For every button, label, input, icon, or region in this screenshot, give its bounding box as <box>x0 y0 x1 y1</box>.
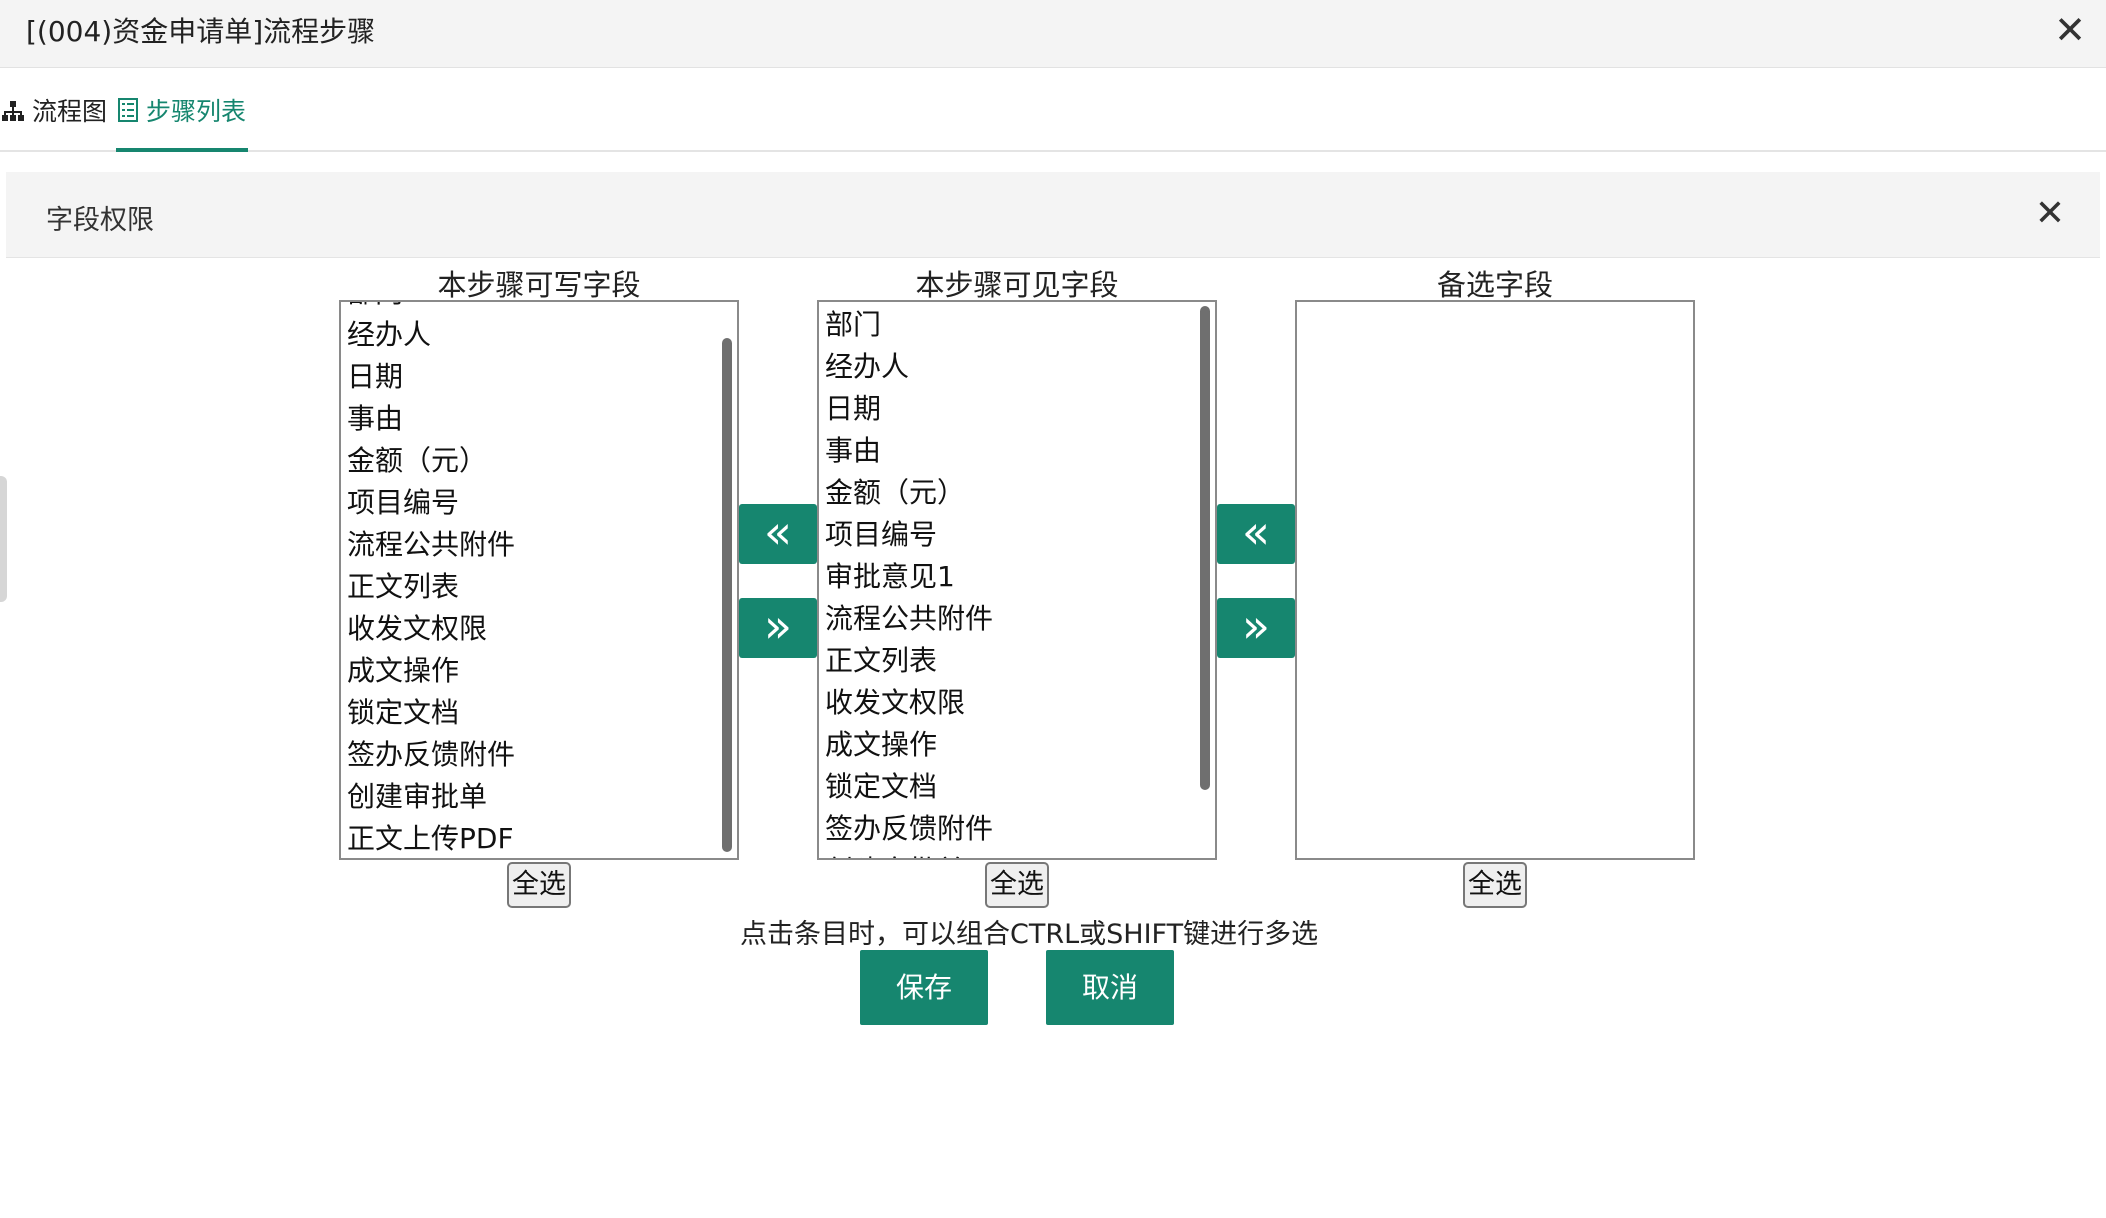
list-item[interactable]: 经办人 <box>823 346 1195 388</box>
list-item[interactable]: 日期 <box>823 388 1195 430</box>
dialog-title: 字段权限 <box>46 205 154 236</box>
list-item[interactable]: 部门 <box>823 304 1195 346</box>
double-chevron-left-icon: « <box>1241 505 1271 559</box>
move-right-button-2[interactable]: » <box>1217 598 1295 658</box>
cancel-button[interactable]: 取消 <box>1046 950 1174 1025</box>
list-item[interactable]: 正文列表 <box>345 566 717 608</box>
tab-flowchart-label: 流程图 <box>32 97 108 126</box>
list-item[interactable]: 锁定文档 <box>345 692 717 734</box>
writable-fields-items: 部门经办人日期事由金额（元）项目编号流程公共附件正文列表收发文权限成文操作锁定文… <box>345 302 717 858</box>
double-chevron-left-icon: « <box>763 505 793 559</box>
list-item[interactable]: 日期 <box>345 356 717 398</box>
tab-bar: 流程图 步骤列表 <box>0 68 2106 152</box>
list-item[interactable]: 创建审批单 <box>345 776 717 818</box>
list-item[interactable]: 事由 <box>345 398 717 440</box>
list-item[interactable]: 项目编号 <box>823 514 1195 556</box>
window-header: [(004)资金申请单]流程步骤 ✕ <box>0 0 2106 68</box>
dialog-close-icon[interactable]: ✕ <box>2028 192 2072 236</box>
multi-select-hint: 点击条目时，可以组合CTRL或SHIFT键进行多选 <box>740 919 1319 950</box>
writable-fields-title: 本步骤可写字段 <box>437 268 641 302</box>
window-close-icon[interactable]: ✕ <box>2048 8 2092 52</box>
tab-step-list-label: 步骤列表 <box>146 97 247 126</box>
list-item[interactable]: 经办人 <box>345 314 717 356</box>
save-button[interactable]: 保存 <box>860 950 988 1025</box>
writable-fields-scrollbar[interactable] <box>722 338 732 852</box>
move-left-button-1[interactable]: « <box>739 504 817 564</box>
candidate-fields-list[interactable] <box>1295 300 1695 860</box>
writable-select-all-button[interactable]: 全选 <box>507 862 571 908</box>
list-item[interactable]: 创建审批单 <box>823 850 1195 858</box>
list-item[interactable]: 项目编号 <box>345 482 717 524</box>
tab-step-list[interactable]: 步骤列表 <box>115 92 249 152</box>
visible-fields-scrollbar[interactable] <box>1200 306 1210 790</box>
list-item[interactable]: 部门 <box>345 302 717 314</box>
candidate-fields-title: 备选字段 <box>1436 268 1553 302</box>
list-item[interactable]: 正文上传PDF <box>345 818 717 858</box>
list-item[interactable]: 签办反馈附件 <box>345 734 717 776</box>
move-left-button-2[interactable]: « <box>1217 504 1295 564</box>
list-item[interactable]: 成文操作 <box>345 650 717 692</box>
double-chevron-right-icon: » <box>763 599 793 653</box>
list-item[interactable]: 成文操作 <box>823 724 1195 766</box>
writable-fields-list[interactable]: 部门经办人日期事由金额（元）项目编号流程公共附件正文列表收发文权限成文操作锁定文… <box>339 300 739 860</box>
list-item[interactable]: 收发文权限 <box>823 682 1195 724</box>
list-item[interactable]: 事由 <box>823 430 1195 472</box>
dialog-header: 字段权限 ✕ <box>6 172 2100 258</box>
visible-fields-title: 本步骤可见字段 <box>915 268 1119 302</box>
list-item[interactable]: 收发文权限 <box>345 608 717 650</box>
sitemap-icon <box>2 99 24 128</box>
list-item[interactable]: 流程公共附件 <box>823 598 1195 640</box>
list-icon <box>118 98 138 128</box>
window-title: [(004)资金申请单]流程步骤 <box>26 15 376 48</box>
visible-fields-list[interactable]: 部门 经办人 日期 事由 金额（元） 项目编号 审批意见1 流程公共附件 正文列表 收发文权限 成文… <box>817 300 1217 860</box>
tab-flowchart[interactable]: 流程图 <box>2 92 107 152</box>
visible-fields-items: 部门 经办人 日期 事由 金额（元） 项目编号 审批意见1 流程公共附件 正文列表 收发文权限 成文… <box>823 304 1195 858</box>
list-item[interactable]: 锁定文档 <box>823 766 1195 808</box>
double-chevron-right-icon: » <box>1241 599 1271 653</box>
list-item[interactable]: 金额（元） <box>823 472 1195 514</box>
candidate-select-all-button[interactable]: 全选 <box>1463 862 1527 908</box>
list-item[interactable]: 金额（元） <box>345 440 717 482</box>
side-drawer-handle[interactable] <box>0 476 7 602</box>
visible-select-all-button[interactable]: 全选 <box>985 862 1049 908</box>
list-item[interactable]: 流程公共附件 <box>345 524 717 566</box>
list-item[interactable]: 签办反馈附件 <box>823 808 1195 850</box>
list-item[interactable]: 审批意见1 <box>823 556 1195 598</box>
list-item[interactable]: 正文列表 <box>823 640 1195 682</box>
move-right-button-1[interactable]: » <box>739 598 817 658</box>
